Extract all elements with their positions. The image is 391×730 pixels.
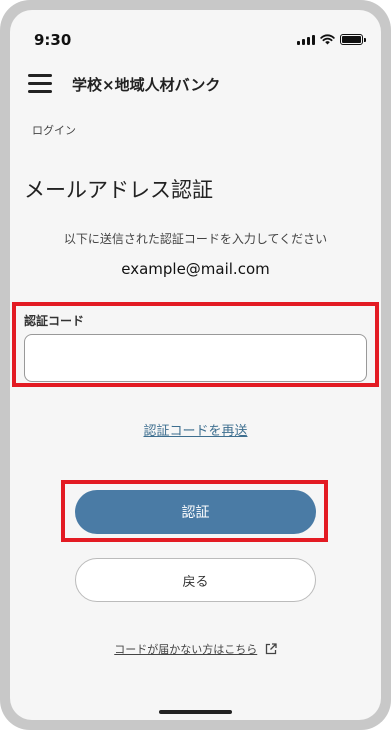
help-link[interactable]: コードが届かない方はこちら xyxy=(10,641,381,657)
status-icons xyxy=(297,34,366,45)
signal-icon xyxy=(297,34,315,45)
battery-icon xyxy=(340,34,366,45)
instruction-text: 以下に送信された認証コードを入力してください xyxy=(63,232,328,246)
home-indicator xyxy=(159,710,232,714)
device-frame: 9:30 学校×地域人材バンク ログイン メールアドレス認証 以下に送信された認… xyxy=(0,0,391,730)
status-time: 9:30 xyxy=(34,31,72,49)
hamburger-icon[interactable] xyxy=(28,74,52,93)
code-field-label: 認証コード xyxy=(24,314,85,328)
verify-button[interactable]: 認証 xyxy=(75,490,316,534)
phone-screen: 9:30 学校×地域人材バンク ログイン メールアドレス認証 以下に送信された認… xyxy=(10,10,381,720)
app-title: 学校×地域人材バンク xyxy=(72,76,221,94)
battery-level xyxy=(342,36,361,43)
resend-code-link[interactable]: 認証コードを再送 xyxy=(10,420,381,439)
page-title: メールアドレス認証 xyxy=(24,178,213,202)
email-address: example@mail.com xyxy=(121,260,270,278)
help-link-text[interactable]: コードが届かない方はこちら xyxy=(114,643,257,656)
external-link-icon xyxy=(265,643,277,655)
breadcrumb: ログイン xyxy=(32,124,76,137)
verification-code-input[interactable] xyxy=(24,334,367,382)
wifi-icon xyxy=(320,34,335,45)
back-button[interactable]: 戻る xyxy=(75,558,316,602)
